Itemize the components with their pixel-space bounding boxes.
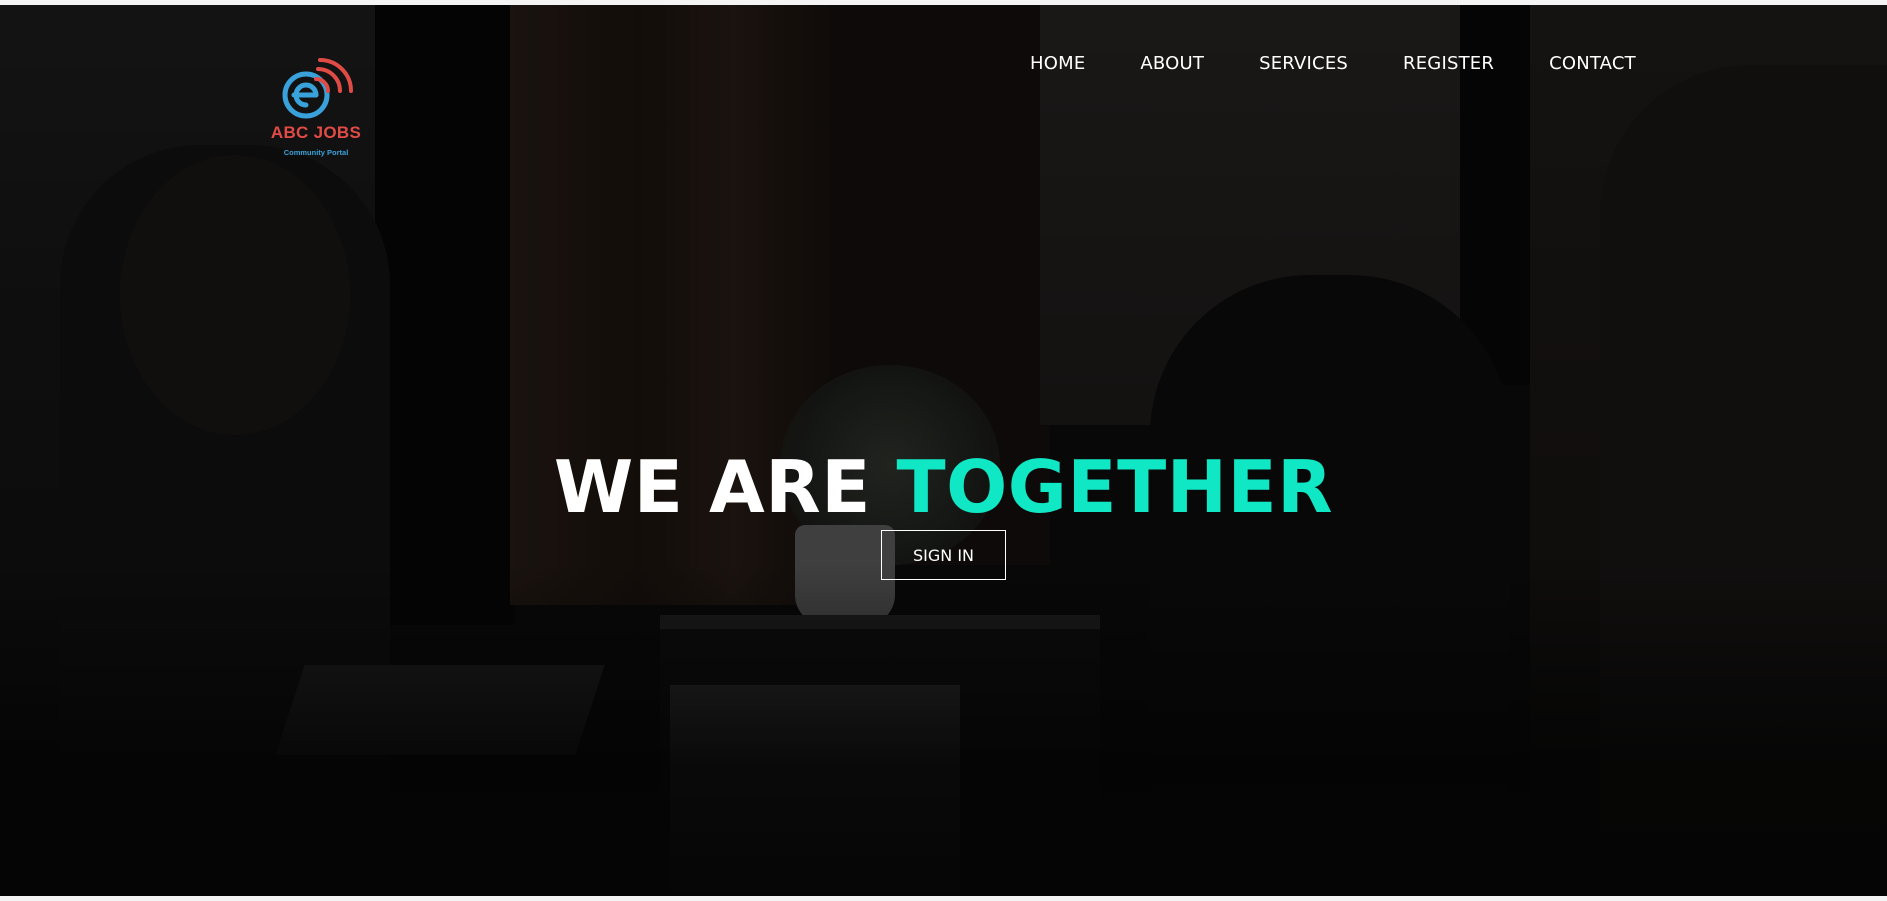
sign-in-button[interactable]: SIGN IN <box>881 530 1006 580</box>
nav-home[interactable]: HOME <box>1030 49 1085 78</box>
nav-contact[interactable]: CONTACT <box>1549 49 1636 78</box>
nav-register[interactable]: REGISTER <box>1403 49 1494 78</box>
hero-heading-plain: WE ARE <box>553 445 871 530</box>
logo-title: ABC JOBS <box>270 123 362 142</box>
nav-about[interactable]: ABOUT <box>1140 49 1204 78</box>
main-navigation: HOME ABOUT SERVICES REGISTER CONTACT <box>1030 49 1636 78</box>
logo-icon <box>282 58 353 119</box>
logo-subtitle: Community Portal <box>283 148 349 157</box>
hero-heading-accent: TOGETHER <box>896 445 1334 530</box>
hero-section: ABC JOBS Community Portal HOME ABOUT SER… <box>0 5 1887 896</box>
site-logo[interactable]: ABC JOBS Community Portal <box>270 57 362 165</box>
nav-services[interactable]: SERVICES <box>1259 49 1348 78</box>
hero-heading: WE ARE TOGETHER <box>0 451 1887 523</box>
